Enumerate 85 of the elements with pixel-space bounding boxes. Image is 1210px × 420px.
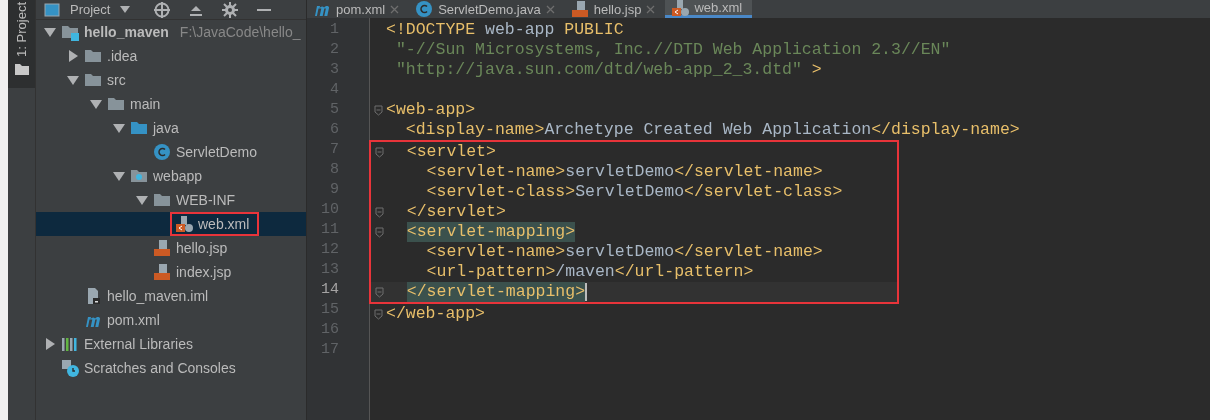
folder-icon: [130, 167, 148, 185]
code-line: </web-app>: [386, 304, 486, 324]
tree-item-label[interactable]: webapp: [153, 168, 203, 184]
tree-item-label[interactable]: src: [107, 72, 126, 88]
folder-icon: [84, 47, 102, 65]
tree-item-label[interactable]: java: [153, 120, 179, 136]
tree-item-label[interactable]: hello_maven.iml: [107, 288, 209, 304]
panel-title[interactable]: Project: [70, 2, 111, 17]
expanded-arrow-icon[interactable]: [113, 170, 125, 182]
tree-row[interactable]: hello_maven.iml: [36, 284, 306, 308]
tree-row[interactable]: index.jsp: [36, 260, 306, 284]
code-line: <url-pattern>/maven</url-pattern>: [425, 262, 754, 282]
code-line: "http://java.sun.com/dtd/web-app_2_3.dtd" >: [394, 60, 822, 80]
code-line: </servlet>: [405, 202, 506, 222]
tree-row[interactable]: web.xml: [36, 212, 306, 236]
code-line: <display-name>Archetype Created Web Application</display-name>: [404, 120, 1020, 140]
jsp-file-icon: [153, 263, 171, 281]
code-line: <servlet-class>ServletDemo</servlet-class>: [425, 182, 843, 202]
fold-marker-icon[interactable]: [374, 286, 384, 298]
expanded-arrow-icon[interactable]: [67, 74, 79, 86]
expanded-arrow-icon[interactable]: [136, 194, 148, 206]
editor-tab[interactable]: ServletDemo.java: [409, 0, 565, 18]
collapsed-arrow-icon[interactable]: [67, 50, 79, 62]
fold-marker-icon[interactable]: [374, 226, 384, 238]
project-icon: [44, 2, 60, 17]
tree-item-label[interactable]: hello.jsp: [176, 240, 228, 256]
tree-row[interactable]: hello.jsp: [36, 236, 306, 260]
tree-row[interactable]: ServletDemo: [36, 140, 306, 164]
code-line: <servlet>: [405, 142, 496, 162]
editor-tab[interactable]: pom.xml: [307, 0, 410, 18]
folder-icon: [153, 191, 171, 209]
tree-row[interactable]: java: [36, 116, 306, 140]
settings-icon[interactable]: [222, 1, 239, 18]
xml-file-icon: [175, 215, 193, 233]
tool-window-tab[interactable]: 1: Project: [8, 0, 35, 88]
target-icon[interactable]: [154, 1, 171, 18]
libraries-icon: [61, 335, 79, 353]
tree-row[interactable]: External Libraries: [36, 332, 306, 356]
tree-item-label[interactable]: External Libraries: [84, 336, 193, 352]
fold-marker-icon[interactable]: [373, 308, 383, 320]
tree-item-label[interactable]: Scratches and Consoles: [84, 360, 236, 376]
code-line: <servlet-name>servletDemo</servlet-name>: [425, 162, 823, 182]
caret-icon[interactable]: [120, 5, 131, 14]
code-line: <servlet-name>servletDemo</servlet-name>: [425, 242, 823, 262]
folder-icon: [130, 119, 148, 137]
editor-tab[interactable]: hello.jsp: [564, 0, 666, 18]
tree-item-label[interactable]: web.xml: [198, 216, 250, 232]
editor-tab[interactable]: web.xml: [665, 0, 753, 18]
tree-row[interactable]: src: [36, 68, 306, 92]
tree-item-label[interactable]: ServletDemo: [176, 144, 257, 160]
clock-icon: [61, 359, 79, 377]
tree-row[interactable]: pom.xml: [36, 308, 306, 332]
expanded-arrow-icon[interactable]: [90, 98, 102, 110]
folder-icon: [14, 62, 29, 75]
expanded-arrow-icon[interactable]: [44, 26, 56, 38]
class-icon: [415, 0, 434, 18]
tree-row[interactable]: main: [36, 92, 306, 116]
folder-icon: [84, 71, 102, 89]
jsp-file-icon: [570, 0, 589, 18]
tree-item-label[interactable]: hello_maven: [84, 24, 169, 40]
code-line: <web-app>: [386, 100, 476, 120]
tree-item-label[interactable]: main: [130, 96, 161, 112]
tree-row[interactable]: webapp: [36, 164, 306, 188]
tree-item-label[interactable]: .idea: [107, 48, 138, 64]
jsp-file-icon: [153, 239, 171, 257]
fold-marker-icon[interactable]: [373, 104, 383, 116]
tree-item-label[interactable]: WEB-INF: [176, 192, 236, 208]
tree-row[interactable]: Scratches and Consoles: [36, 356, 306, 380]
tree-item-label[interactable]: pom.xml: [107, 312, 160, 328]
line-number: 14: [320, 280, 340, 300]
tree-row[interactable]: .idea: [36, 44, 306, 68]
class-icon: [153, 143, 171, 161]
module-icon: [61, 23, 79, 41]
fold-marker-icon[interactable]: [374, 146, 384, 158]
code-line: "-//Sun Microsystems, Inc.//DTD Web Application 2.3//EN": [394, 40, 951, 60]
file-path: F:\JavaCode\hello_: [179, 24, 301, 40]
tree-row[interactable]: WEB-INF: [36, 188, 306, 212]
tree-row[interactable]: hello_maven F:\JavaCode\hello_: [36, 20, 306, 44]
tree-item-label[interactable]: index.jsp: [176, 264, 232, 280]
code-line: <!DOCTYPE web-app PUBLIC: [386, 20, 624, 40]
collapsed-arrow-icon[interactable]: [44, 338, 56, 350]
xml-file-icon: [671, 0, 690, 17]
fold-marker-icon[interactable]: [374, 206, 384, 218]
folder-icon: [107, 95, 125, 113]
expanded-arrow-icon[interactable]: [113, 122, 125, 134]
